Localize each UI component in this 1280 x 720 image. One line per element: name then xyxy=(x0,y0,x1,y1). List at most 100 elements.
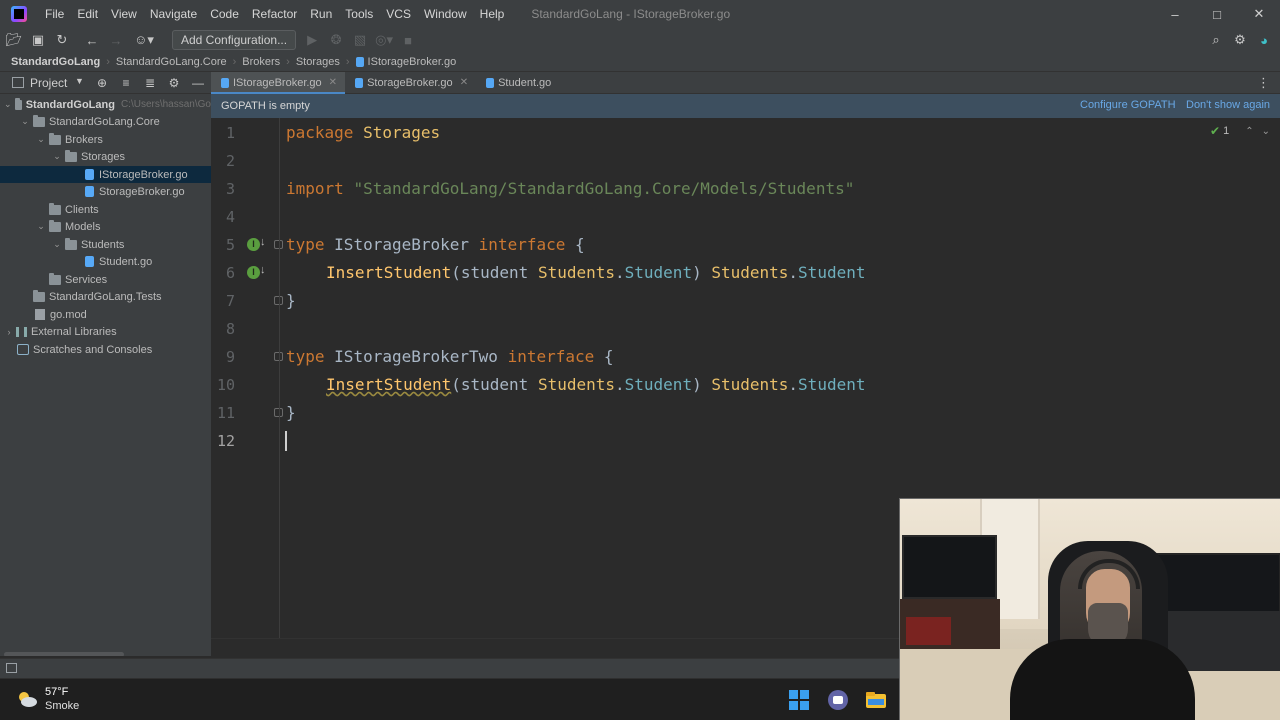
breadcrumb-brokers[interactable]: Brokers xyxy=(242,56,280,68)
tab-label: IStorageBroker.go xyxy=(233,76,322,89)
tree-item-students[interactable]: ⌄ Students xyxy=(0,236,211,253)
save-all-icon[interactable]: ▣ xyxy=(28,30,48,50)
tree-item-label: StandardGoLang.Tests xyxy=(49,290,162,303)
close-tab-icon[interactable]: ✕ xyxy=(460,77,468,88)
tree-item-go-mod[interactable]: go.mod xyxy=(0,306,211,323)
title-bar: File Edit View Navigate Code Refactor Ru… xyxy=(0,0,1280,28)
tree-item-label: Storages xyxy=(81,150,126,163)
sync-icon[interactable]: ↻ xyxy=(52,30,72,50)
menu-view[interactable]: View xyxy=(105,0,144,28)
more-tabs-icon[interactable]: ⋮ xyxy=(1257,75,1270,91)
expand-all-icon[interactable]: ≡ xyxy=(114,76,138,90)
close-tab-icon[interactable]: ✕ xyxy=(329,77,337,88)
panel-settings-gear-icon[interactable]: ⚙ xyxy=(162,76,186,90)
tree-item-istoragebroker[interactable]: IStorageBroker.go xyxy=(0,166,211,183)
open-folder-icon[interactable]: 📂︎ xyxy=(4,30,24,50)
menu-run[interactable]: Run xyxy=(304,0,339,28)
expanded-arrow-icon[interactable]: ⌄ xyxy=(36,134,46,145)
implementation-marker-icon[interactable]: I xyxy=(247,238,260,251)
back-icon[interactable]: ← xyxy=(82,30,102,50)
inspection-widget[interactable]: ✔ 1 ⌃ ⌄ xyxy=(1210,124,1270,138)
line-number: 4 xyxy=(225,208,235,226)
breadcrumb-core[interactable]: StandardGoLang.Core xyxy=(116,56,227,68)
tree-item-clients[interactable]: Clients xyxy=(0,201,211,218)
tree-item-storages[interactable]: ⌄ Storages xyxy=(0,148,211,165)
tree-item-label: Brokers xyxy=(65,133,103,146)
collapse-all-icon[interactable]: ≣ xyxy=(138,76,162,90)
chevron-up-icon[interactable]: ⌃ xyxy=(1245,126,1253,137)
menu-window[interactable]: Window xyxy=(418,0,474,28)
expanded-arrow-icon[interactable]: ⌄ xyxy=(36,221,46,232)
breadcrumb-project[interactable]: StandardGoLang xyxy=(11,56,100,68)
teams-chat-icon[interactable] xyxy=(826,688,850,712)
tree-item-student-go[interactable]: Student.go xyxy=(0,253,211,270)
tree-item-models[interactable]: ⌄ Models xyxy=(0,218,211,235)
profile-icon[interactable]: ◎▾ xyxy=(374,30,394,50)
tree-item-storagebroker[interactable]: StorageBroker.go xyxy=(0,183,211,200)
tree-item-standardgolang[interactable]: ⌄ StandardGoLang C:\Users\hassan\Go xyxy=(0,96,211,113)
tab-student[interactable]: Student.go xyxy=(476,72,559,94)
menu-file[interactable]: File xyxy=(39,0,71,28)
menu-help[interactable]: Help xyxy=(474,0,512,28)
tree-item-tests[interactable]: StandardGoLang.Tests xyxy=(0,288,211,305)
project-view-selector[interactable]: Project xyxy=(30,76,67,90)
settings-gear-icon[interactable]: ⚙ xyxy=(1230,30,1250,50)
code-dot: . xyxy=(788,375,799,394)
weather-condition[interactable]: Smoke xyxy=(45,700,79,712)
collapsed-arrow-icon[interactable]: › xyxy=(4,327,14,337)
dont-show-again-link[interactable]: Don't show again xyxy=(1186,99,1270,111)
menu-edit[interactable]: Edit xyxy=(71,0,105,28)
tree-item-external-libraries[interactable]: › External Libraries xyxy=(0,323,211,340)
select-opened-file-icon[interactable]: ⊕ xyxy=(90,76,114,90)
code-identifier: IStorageBrokerTwo xyxy=(334,347,498,366)
weather-temperature[interactable]: 57°F xyxy=(45,686,68,698)
tree-item-scratches[interactable]: Scratches and Consoles xyxy=(0,341,211,358)
editor-tabs: IStorageBroker.go ✕ StorageBroker.go ✕ S… xyxy=(211,71,1280,95)
add-configuration-button[interactable]: Add Configuration... xyxy=(172,30,297,50)
horizontal-scrollbar[interactable] xyxy=(4,652,124,656)
expanded-arrow-icon[interactable]: ⌄ xyxy=(20,116,30,127)
tab-storagebroker[interactable]: StorageBroker.go ✕ xyxy=(345,72,476,94)
folder-icon xyxy=(33,114,45,127)
tab-label: Student.go xyxy=(498,76,552,89)
chevron-down-icon[interactable]: ⌄ xyxy=(1262,126,1270,137)
menu-code[interactable]: Code xyxy=(204,0,246,28)
stop-icon[interactable]: ■ xyxy=(398,30,418,50)
menu-navigate[interactable]: Navigate xyxy=(144,0,204,28)
tree-item-services[interactable]: Services xyxy=(0,271,211,288)
file-explorer-icon[interactable] xyxy=(864,688,888,712)
expanded-arrow-icon[interactable]: ⌄ xyxy=(4,99,12,110)
search-icon[interactable]: ⌕ xyxy=(1206,30,1226,50)
maximize-icon[interactable]: □ xyxy=(1196,0,1238,28)
windows-start-icon[interactable] xyxy=(787,688,811,712)
go-file-icon xyxy=(85,186,94,197)
debug-icon[interactable]: ❂ xyxy=(326,30,346,50)
hide-panel-icon[interactable]: — xyxy=(186,76,210,90)
expanded-arrow-icon[interactable]: ⌄ xyxy=(52,151,62,162)
forward-icon[interactable]: → xyxy=(106,30,126,50)
chevron-down-icon[interactable]: ▼ xyxy=(75,76,84,86)
weather-cloud-icon[interactable] xyxy=(16,688,38,710)
run-icon[interactable]: ▶ xyxy=(302,30,322,50)
expanded-arrow-icon[interactable]: ⌄ xyxy=(52,239,62,250)
coverage-icon[interactable]: ▧ xyxy=(350,30,370,50)
code-keyword: type xyxy=(286,347,325,366)
code-package: Students xyxy=(537,263,615,282)
breadcrumb-storages[interactable]: Storages xyxy=(296,56,340,68)
menu-tools[interactable]: Tools xyxy=(339,0,380,28)
tree-item-label: StandardGoLang.Core xyxy=(49,115,160,128)
tree-item-core[interactable]: ⌄ StandardGoLang.Core xyxy=(0,113,211,130)
minimize-icon[interactable]: – xyxy=(1154,0,1196,28)
implementation-marker-icon[interactable]: I xyxy=(247,266,260,279)
tree-item-brokers[interactable]: ⌄ Brokers xyxy=(0,131,211,148)
configure-gopath-link[interactable]: Configure GOPATH xyxy=(1080,99,1176,111)
breadcrumb-file[interactable]: IStorageBroker.go xyxy=(368,56,457,68)
close-window-icon[interactable]: ✕ xyxy=(1238,0,1280,28)
tab-istoragebroker[interactable]: IStorageBroker.go ✕ xyxy=(211,71,346,95)
jetbrains-toolbox-icon[interactable]: ◕ xyxy=(1254,30,1274,50)
menu-refactor[interactable]: Refactor xyxy=(246,0,304,28)
user-icon[interactable]: ☺▾ xyxy=(134,30,154,50)
breadcrumb-separator-icon: › xyxy=(232,55,237,68)
tool-windows-icon[interactable] xyxy=(6,663,17,673)
menu-vcs[interactable]: VCS xyxy=(380,0,418,28)
